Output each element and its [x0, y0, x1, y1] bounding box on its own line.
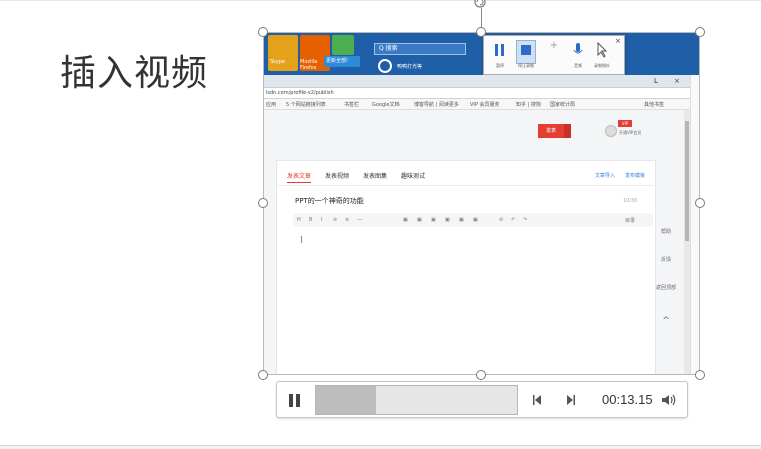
top-divider — [0, 0, 761, 1]
resize-handle-top[interactable] — [476, 27, 486, 37]
editor-tool: — — [357, 217, 362, 223]
taskbar-cam-label: 鸭鸭打光等 — [397, 64, 423, 70]
editor-tool: ↶ — [511, 217, 516, 223]
close-icon: × — [615, 37, 621, 45]
timeline-progress — [316, 386, 376, 414]
microphone-icon — [568, 40, 588, 64]
bookmark-item: 应用 — [266, 102, 277, 108]
editor-tool: ⊘ — [499, 217, 504, 223]
address-bar: lsdn.com/profile-v2/publish — [264, 88, 699, 99]
pointer-icon — [592, 40, 612, 64]
editor-tool: ▣ — [473, 217, 478, 223]
bookmark-item: 国家统计局 — [550, 102, 576, 108]
feedback-item: 反馈 — [660, 257, 671, 263]
bookmark-item: 其他书签 — [644, 102, 665, 108]
recorder-label: 音频 — [574, 63, 582, 68]
recorder-toolbar: 暂停 停止录制 + 音频 录制指针 × — [483, 35, 625, 75]
editor-tool: ≡ — [345, 217, 350, 223]
side-window-strip — [690, 75, 699, 374]
resize-handle-left[interactable] — [258, 198, 268, 208]
publish-button: 发表 — [538, 124, 564, 138]
taskbar-tile-skype — [268, 35, 298, 71]
help-item: 帮助 — [660, 229, 671, 235]
editor-card: 发表文章 发表视频 发表图集 趣味测试 文章导入 发布模板 PPT的一个神奇的功… — [276, 160, 657, 374]
rotate-handle-icon[interactable] — [473, 0, 487, 9]
editor-tool: ▣ — [431, 217, 436, 223]
pause-record-icon — [490, 40, 510, 64]
video-object[interactable]: Skype Mozilla Firefox 更新全部! Q 搜索 鸭鸭打光等 暂… — [263, 32, 700, 375]
recorder-label: 停止录制 — [518, 63, 534, 68]
resize-handle-bottom-left[interactable] — [258, 370, 268, 380]
resize-handle-top-right[interactable] — [695, 27, 705, 37]
slide-canvas: 插入视频 Skype Mozilla Firefox 更新全部! Q 搜索 鸭鸭… — [0, 0, 761, 449]
bookmark-item: VIP 会员服务 — [470, 102, 500, 108]
minimize-icon: L — [654, 77, 658, 85]
side-tools: 帮助 反馈 返回顶部 ^ — [656, 228, 676, 368]
volume-icon[interactable] — [660, 392, 678, 408]
avatar — [605, 125, 617, 137]
editor-tool: I — [321, 217, 323, 223]
tab-gallery: 发表图集 — [363, 173, 388, 180]
import-link: 文章导入 — [595, 173, 616, 179]
seek-forward-icon[interactable] — [563, 392, 577, 408]
taskbar-tile-app — [332, 35, 354, 55]
resize-handle-right[interactable] — [695, 198, 705, 208]
update-tag: 更新全部! — [324, 56, 360, 67]
editor-tool: ▣ — [403, 217, 408, 223]
editor-tool: H — [297, 217, 301, 223]
back-to-top-item: 返回顶部 — [656, 285, 677, 291]
editor-tool: B — [309, 217, 313, 223]
video-taskbar: Skype Mozilla Firefox 更新全部! Q 搜索 鸭鸭打光等 — [264, 33, 699, 75]
bookmark-item: 5 个网站链接列表 — [286, 102, 326, 108]
vip-badge: VIP — [618, 120, 632, 127]
editor-tool: ▣ — [459, 217, 464, 223]
upgrade-link: 开通VIP会员 — [619, 130, 642, 135]
taskbar-label: Skype — [270, 59, 286, 65]
editor-tool: ▣ — [417, 217, 422, 223]
slide-title[interactable]: 插入视频 — [60, 44, 208, 96]
bookmark-item: Google文档 — [372, 102, 400, 108]
web-page: 发表 VIP 开通VIP会员 发表文章 发表视频 发表图集 趣味测试 文章导入 … — [264, 110, 684, 374]
address-text: lsdn.com/profile-v2/publish — [266, 90, 334, 96]
bookmark-bar: 应用 5 个网站链接列表 书签栏 Google文档 博客导航 | 阅读更多 VI… — [264, 99, 699, 110]
timeline-scrubber[interactable] — [315, 385, 518, 415]
browser-tabs: L × — [264, 75, 699, 88]
post-title: PPT的一个神奇的功能 — [295, 197, 364, 205]
page-scroll-thumb — [685, 121, 689, 241]
text-cursor — [301, 236, 302, 243]
seek-back-icon[interactable] — [531, 392, 545, 408]
editor-tool: ≡ — [333, 217, 338, 223]
bookmark-item: 知乎 | 搜狗 — [516, 102, 541, 108]
stop-record-icon — [516, 40, 536, 64]
editor-outline: 目录 — [625, 218, 636, 224]
title-counter: 10/30 — [623, 198, 638, 204]
editor-toolbar: H B I ≡ ≡ — ▣ ▣ ▣ ▣ ▣ ▣ ⊘ ↶ ↷ 目录 — [293, 213, 653, 227]
recorder-label: 暂停 — [496, 63, 504, 68]
add-icon: + — [549, 40, 559, 51]
chevron-up-icon: ^ — [662, 316, 670, 326]
tab-video: 发表视频 — [325, 173, 350, 180]
pause-button[interactable] — [286, 391, 302, 409]
bottom-divider — [0, 445, 761, 449]
tab-article: 发表文章 — [287, 171, 312, 183]
publish-dropdown — [564, 124, 571, 138]
card-divider — [277, 185, 657, 186]
resize-handle-top-left[interactable] — [258, 27, 268, 37]
template-link: 发布模板 — [625, 173, 646, 179]
editor-tool: ▣ — [445, 217, 450, 223]
tab-quiz: 趣味测试 — [401, 173, 426, 180]
recorder-label: 录制指针 — [594, 63, 610, 68]
close-icon: × — [674, 77, 680, 85]
bookmark-item: 书签栏 — [344, 102, 360, 108]
resize-handle-bottom-right[interactable] — [695, 370, 705, 380]
editor-tool: ↷ — [523, 217, 528, 223]
camera-icon — [378, 59, 392, 73]
video-player-controls: 00:13.15 — [276, 381, 688, 418]
taskbar-search: Q 搜索 — [374, 43, 466, 55]
playback-time: 00:13.15 — [602, 392, 653, 407]
bookmark-item: 博客导航 | 阅读更多 — [414, 102, 459, 108]
resize-handle-bottom[interactable] — [476, 370, 486, 380]
